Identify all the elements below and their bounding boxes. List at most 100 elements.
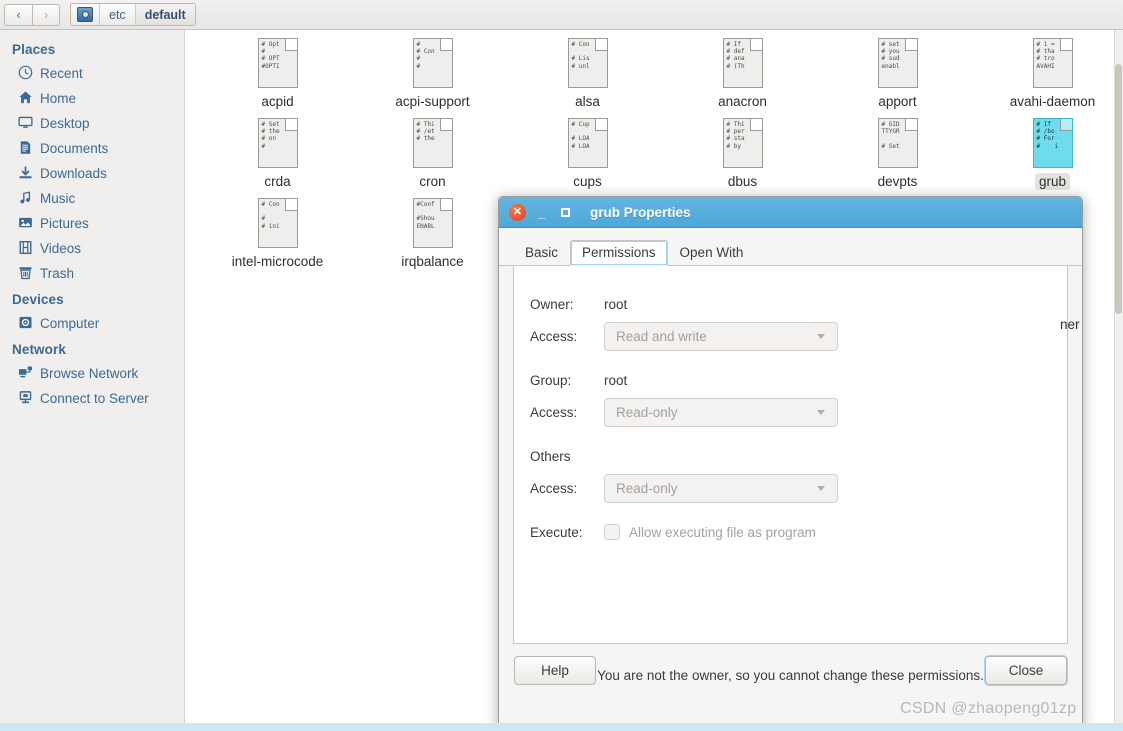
close-button[interactable]: Close <box>985 656 1067 685</box>
others-access-value: Read-only <box>616 480 678 496</box>
sidebar-item-home[interactable]: Home <box>0 86 184 111</box>
drive-icon <box>77 7 93 22</box>
owner-access-value: Read and write <box>616 328 707 344</box>
owner-access-dropdown[interactable]: Read and write <box>604 321 838 351</box>
file-item[interactable]: # Con # # ini intel-microcode <box>200 198 355 278</box>
sidebar-item-label: Computer <box>40 316 100 331</box>
sidebar-item-label: Documents <box>40 141 109 156</box>
text-file-icon: # Opt # # OPT #OPTI <box>257 38 298 88</box>
page-fold-corner <box>439 119 452 131</box>
sidebar-item-downloads[interactable]: Downloads <box>0 161 184 186</box>
text-file-icon: # 1 = # tha # tro AVAHI <box>1032 38 1073 88</box>
sidebar-item-recent[interactable]: Recent <box>0 61 184 86</box>
file-item[interactable]: # Thi # /et # the cron <box>355 118 510 198</box>
chevron-down-icon <box>817 333 825 339</box>
film-icon <box>18 240 33 258</box>
text-file-icon: # GID TTYGR # Set <box>877 118 918 168</box>
execute-checkbox-row[interactable]: Allow executing file as program <box>604 524 816 540</box>
sidebar-item-connect-to-server[interactable]: Connect to Server <box>0 386 184 411</box>
page-fold-corner <box>594 119 607 131</box>
tab-basic[interactable]: Basic <box>513 240 570 266</box>
sidebar-item-pictures[interactable]: Pictures <box>0 211 184 236</box>
help-button[interactable]: Help <box>514 656 596 685</box>
file-name-label: grub <box>1034 173 1071 190</box>
maximize-icon[interactable] <box>557 204 574 221</box>
sidebar-item-desktop[interactable]: Desktop <box>0 111 184 136</box>
file-name-label: avahi-daemon <box>1009 94 1096 109</box>
owner-label: Owner: <box>530 296 574 312</box>
group-access-label: Access: <box>530 404 578 420</box>
download-icon <box>18 165 33 183</box>
file-item[interactable]: # set # you # sud enabl apport <box>820 38 975 118</box>
sidebar-item-music[interactable]: Music <box>0 186 184 211</box>
text-file-icon: # Set # the # on # <box>257 118 298 168</box>
page-fold-corner <box>904 119 917 131</box>
sidebar-item-documents[interactable]: Documents <box>0 136 184 161</box>
file-name-label: dbus <box>727 174 758 189</box>
file-item[interactable]: # If # def # ana # (Th anacron <box>665 38 820 118</box>
page-fold-corner <box>904 39 917 51</box>
file-item[interactable]: # 1 = # tha # tro AVAHI avahi-daemon <box>975 38 1123 118</box>
group-access-dropdown[interactable]: Read-only <box>604 397 838 427</box>
tab-permissions[interactable]: Permissions <box>570 240 668 266</box>
sidebar-heading-places: Places <box>12 42 56 57</box>
breadcrumb-drive-button[interactable] <box>71 4 100 25</box>
screen-root: ‹ › etc default Places Recent Home Deskt… <box>0 0 1123 731</box>
page-fold-corner <box>749 39 762 51</box>
execute-checkbox[interactable] <box>604 524 620 540</box>
sidebar-item-label: Home <box>40 91 77 106</box>
sidebar-item-label: Pictures <box>40 216 89 231</box>
sidebar-item-browse-network[interactable]: Browse Network <box>0 361 184 386</box>
back-button[interactable]: ‹ <box>4 3 32 26</box>
sidebar-item-computer[interactable]: Computer <box>0 311 184 336</box>
text-file-icon: # set # you # sud enabl <box>877 38 918 88</box>
file-item[interactable]: # GID TTYGR # Set devpts <box>820 118 975 198</box>
file-name-label: devpts <box>877 174 918 189</box>
page-fold-corner <box>594 39 607 51</box>
file-name-label: acpi-support <box>395 94 470 109</box>
group-access-row: Access: Read-only <box>514 396 1067 428</box>
watermark: CSDN @zhaopeng01zp <box>900 700 1077 717</box>
text-file-icon: # Thi # per # sta # by <box>722 118 763 168</box>
sidebar-item-trash[interactable]: Trash <box>0 261 184 286</box>
tab-open-with[interactable]: Open With <box>668 240 756 266</box>
file-item[interactable]: # Opt # # OPT #OPTI acpid <box>200 38 355 118</box>
picture-icon <box>18 215 33 233</box>
text-file-icon: #Conf #Shou ENABL <box>412 198 453 248</box>
file-item[interactable]: #Conf #Shou ENABL irqbalance <box>355 198 510 278</box>
file-manager-toolbar: ‹ › etc default <box>0 0 1123 30</box>
file-item[interactable]: # Cup # LOA # LOA cups <box>510 118 665 198</box>
chevron-down-icon <box>817 409 825 415</box>
file-item[interactable]: # # Con # # acpi-support <box>355 38 510 118</box>
owner-access-row: Access: Read and write <box>514 320 1067 352</box>
others-access-dropdown[interactable]: Read-only <box>604 473 838 503</box>
forward-button[interactable]: › <box>32 3 60 26</box>
file-item[interactable]: # Thi # per # sta # by dbus <box>665 118 820 198</box>
vertical-scrollbar-track[interactable] <box>1114 30 1123 731</box>
breadcrumb-item-etc[interactable]: etc <box>100 4 136 25</box>
vertical-scrollbar-thumb[interactable] <box>1115 64 1122 314</box>
close-icon[interactable]: ✕ <box>509 203 526 221</box>
file-item[interactable]: # Set # the # on # crda <box>200 118 355 198</box>
page-fold-corner <box>749 119 762 131</box>
file-name-label: alsa <box>575 94 600 109</box>
file-item[interactable]: # Con # Lis # unl alsa <box>510 38 665 118</box>
breadcrumb-item-default[interactable]: default <box>135 4 195 25</box>
dialog-titlebar[interactable]: ✕ _ grub Properties <box>499 197 1082 228</box>
execute-checkbox-label: Allow executing file as program <box>629 524 816 540</box>
breadcrumb: etc default <box>70 3 196 26</box>
monitor-icon <box>18 115 33 133</box>
trash-icon <box>18 265 33 283</box>
page-fold-corner <box>1059 119 1072 131</box>
navigation-buttons: ‹ › <box>4 3 60 26</box>
sidebar-item-videos[interactable]: Videos <box>0 236 184 261</box>
chevron-down-icon <box>817 485 825 491</box>
file-name-label: irqbalance <box>401 254 464 269</box>
file-item[interactable]: # If # /bo # For # i grub <box>975 118 1123 198</box>
others-access-label: Access: <box>530 480 578 496</box>
minimize-icon[interactable]: _ <box>533 204 550 221</box>
page-fold-corner <box>284 119 297 131</box>
sidebar-item-label: Videos <box>40 241 82 256</box>
sidebar: Places Recent Home Desktop Documents Dow… <box>0 30 185 731</box>
text-file-icon: # # Con # # <box>412 38 453 88</box>
